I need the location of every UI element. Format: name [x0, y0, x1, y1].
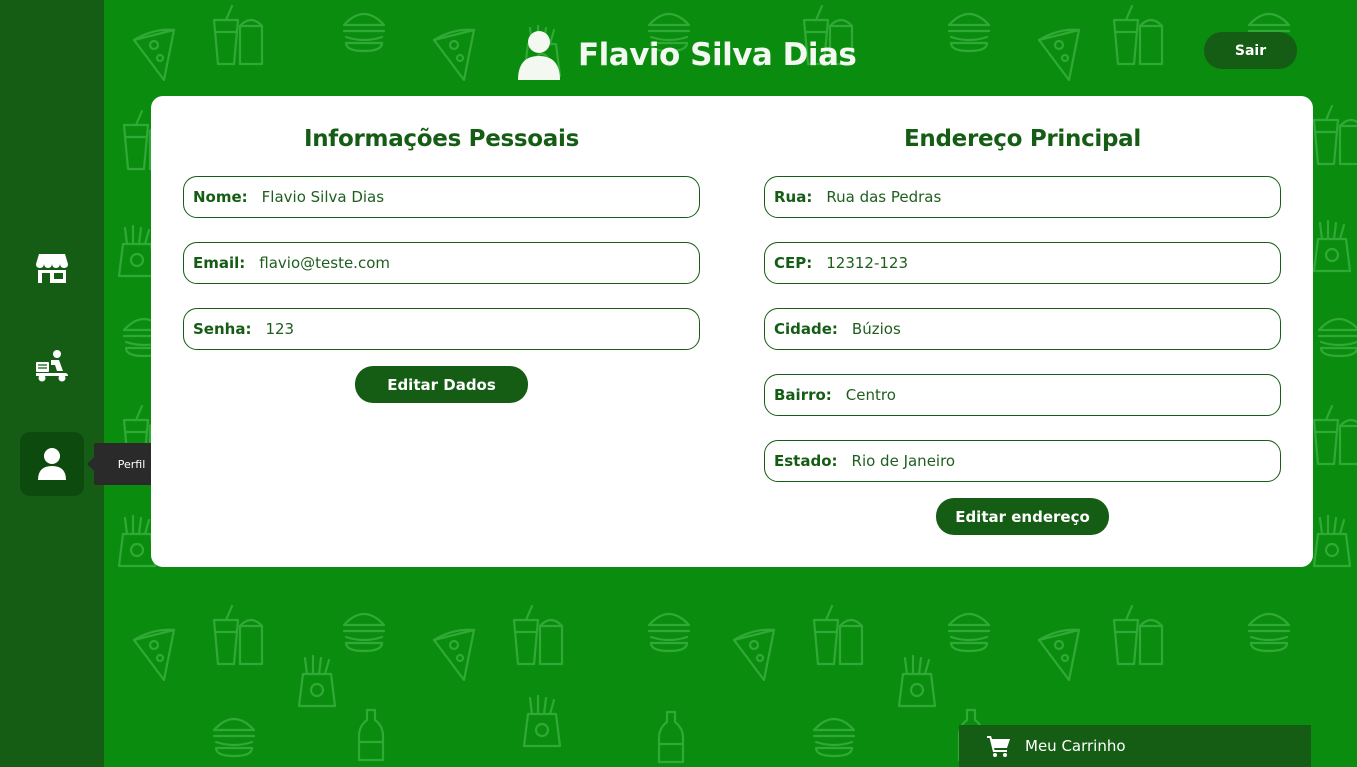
field-value: Flavio Silva Dias	[261, 188, 385, 206]
field-value: Centro	[845, 386, 896, 404]
cart-icon	[987, 736, 1010, 757]
field-value: 12312-123	[826, 254, 909, 272]
sidebar-item-profile[interactable]	[20, 432, 84, 496]
field-label: Rua:	[774, 188, 813, 206]
field-label: Senha:	[193, 320, 252, 338]
header: Flavio Silva Dias Sair	[104, 0, 1357, 96]
personal-info-section: Informações Pessoais Nome: Flavio Silva …	[183, 96, 700, 403]
cart-button[interactable]: Meu Carrinho	[959, 725, 1311, 767]
personal-info-title: Informações Pessoais	[303, 126, 580, 152]
street-field[interactable]: Rua: Rua das Pedras	[764, 176, 1281, 218]
state-field[interactable]: Estado: Rio de Janeiro	[764, 440, 1281, 482]
field-label: Estado:	[774, 452, 838, 470]
neighborhood-field[interactable]: Bairro: Centro	[764, 374, 1281, 416]
field-value: flavio@teste.com	[259, 254, 390, 272]
field-value: 123	[265, 320, 295, 338]
address-title: Endereço Principal	[904, 126, 1141, 152]
delivery-icon	[36, 350, 68, 382]
sidebar-item-store[interactable]	[20, 236, 84, 300]
page-title: Flavio Silva Dias	[518, 30, 857, 80]
email-field[interactable]: Email: flavio@teste.com	[183, 242, 700, 284]
store-icon	[36, 254, 68, 283]
sidebar	[0, 0, 104, 767]
field-label: Cidade:	[774, 320, 838, 338]
user-icon	[38, 448, 66, 480]
password-field[interactable]: Senha: 123	[183, 308, 700, 350]
user-icon	[518, 31, 560, 80]
field-label: Nome:	[193, 188, 248, 206]
cep-field[interactable]: CEP: 12312-123	[764, 242, 1281, 284]
field-label: Email:	[193, 254, 246, 272]
field-value: Rio de Janeiro	[851, 452, 956, 470]
field-label: CEP:	[774, 254, 813, 272]
field-label: Bairro:	[774, 386, 832, 404]
cart-label: Meu Carrinho	[1025, 737, 1126, 755]
edit-data-button[interactable]: Editar Dados	[355, 366, 528, 403]
logout-button[interactable]: Sair	[1204, 32, 1297, 69]
user-name: Flavio Silva Dias	[578, 37, 857, 73]
name-field[interactable]: Nome: Flavio Silva Dias	[183, 176, 700, 218]
field-value: Búzios	[851, 320, 901, 338]
edit-address-button[interactable]: Editar endereço	[936, 498, 1109, 535]
address-section: Endereço Principal Rua: Rua das Pedras C…	[764, 96, 1281, 535]
profile-card: Informações Pessoais Nome: Flavio Silva …	[151, 96, 1313, 567]
field-value: Rua das Pedras	[826, 188, 942, 206]
sidebar-item-delivery[interactable]	[20, 334, 84, 398]
city-field[interactable]: Cidade: Búzios	[764, 308, 1281, 350]
